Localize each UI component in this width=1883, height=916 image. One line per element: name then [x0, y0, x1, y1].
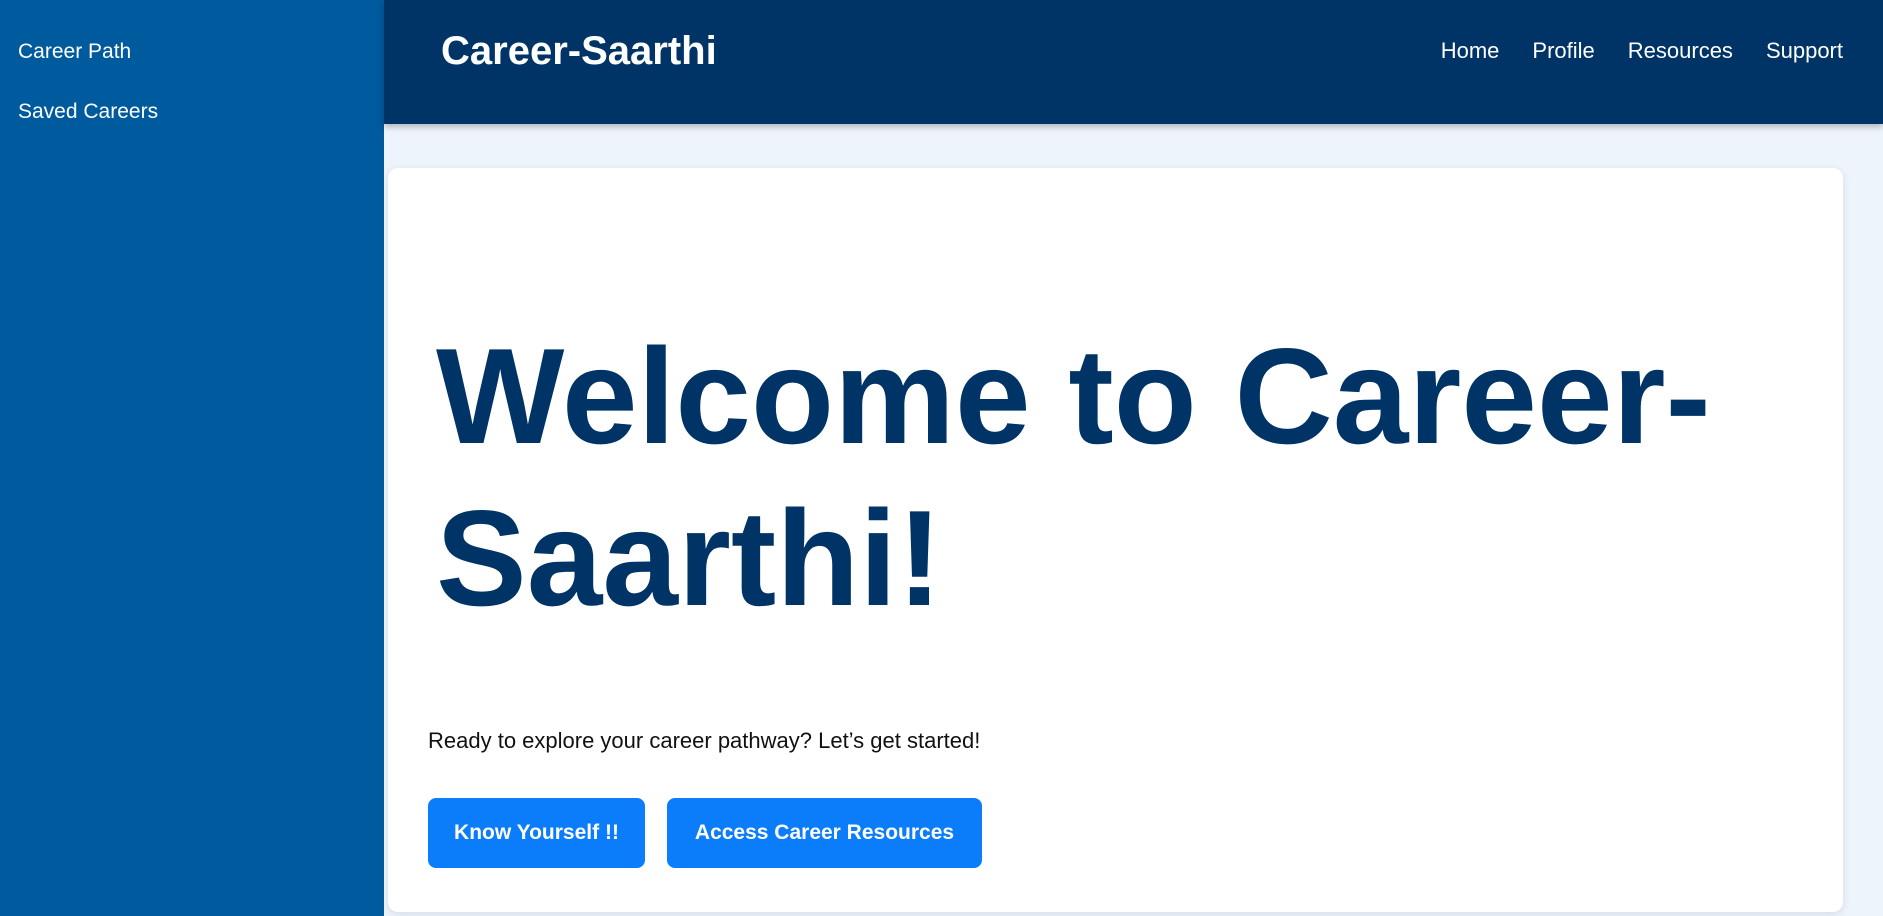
welcome-card: Welcome to Career-Saarthi! Ready to expl…: [388, 168, 1843, 912]
know-yourself-button[interactable]: Know Yourself !!: [428, 798, 645, 868]
nav-link-support[interactable]: Support: [1766, 36, 1843, 66]
brand-title[interactable]: Career-Saarthi: [441, 26, 717, 76]
top-nav: Home Profile Resources Support: [1408, 36, 1843, 66]
welcome-subtitle: Ready to explore your career pathway? Le…: [428, 728, 981, 753]
welcome-heading: Welcome to Career-Saarthi!: [436, 320, 1711, 634]
sidebar: Career Path Saved Careers: [0, 0, 384, 916]
sidebar-item-saved-careers[interactable]: Saved Careers: [0, 98, 384, 158]
nav-link-profile[interactable]: Profile: [1532, 36, 1594, 66]
sidebar-item-career-path[interactable]: Career Path: [0, 38, 384, 98]
nav-link-resources[interactable]: Resources: [1628, 36, 1733, 66]
nav-link-home[interactable]: Home: [1441, 36, 1500, 66]
top-header: Career-Saarthi Home Profile Resources Su…: [384, 0, 1883, 124]
access-career-resources-button[interactable]: Access Career Resources: [667, 798, 982, 868]
